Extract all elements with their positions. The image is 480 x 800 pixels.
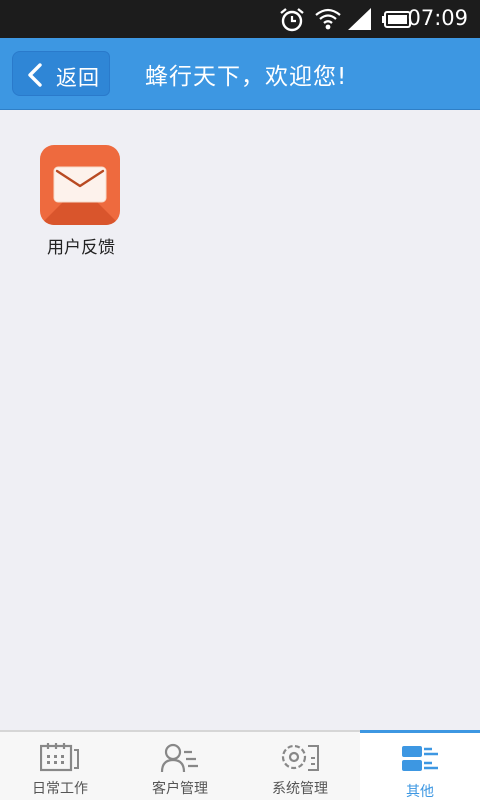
feedback-tile[interactable]: 用户反馈 <box>30 145 132 265</box>
page-title: 蜂行天下，欢迎您! <box>145 64 348 90</box>
back-button-label: 返回 <box>56 66 100 90</box>
tab-label: 其他 <box>406 784 434 800</box>
back-button[interactable]: 返回 <box>12 51 110 96</box>
tab-other[interactable]: 其他 <box>360 730 480 800</box>
alarm-icon <box>280 8 304 32</box>
tab-daily-work[interactable]: 日常工作 <box>0 732 120 800</box>
feedback-tile-icon <box>40 145 120 225</box>
tab-label: 日常工作 <box>32 781 88 797</box>
clock-time: 07:09 <box>407 6 468 30</box>
feedback-tile-label: 用户反馈 <box>47 238 115 258</box>
bottom-tab-bar: 日常工作 客户管理 系统管理 其他 <box>0 730 480 800</box>
settings-icon <box>281 744 319 771</box>
signal-icon <box>348 8 371 30</box>
chevron-left-icon <box>28 63 42 87</box>
status-bar: 07:09 <box>0 0 480 38</box>
app-header: 返回 蜂行天下，欢迎您! <box>0 38 480 110</box>
tab-label: 客户管理 <box>152 781 208 797</box>
wifi-icon <box>315 8 341 30</box>
calendar-icon <box>40 743 79 772</box>
main-content: 用户反馈 <box>0 110 480 730</box>
mail-icon <box>53 166 107 203</box>
list-icon <box>402 746 438 771</box>
tab-customer-management[interactable]: 客户管理 <box>120 732 240 800</box>
tab-label: 系统管理 <box>272 781 328 797</box>
contacts-icon <box>160 743 198 773</box>
tab-system-management[interactable]: 系统管理 <box>240 732 360 800</box>
